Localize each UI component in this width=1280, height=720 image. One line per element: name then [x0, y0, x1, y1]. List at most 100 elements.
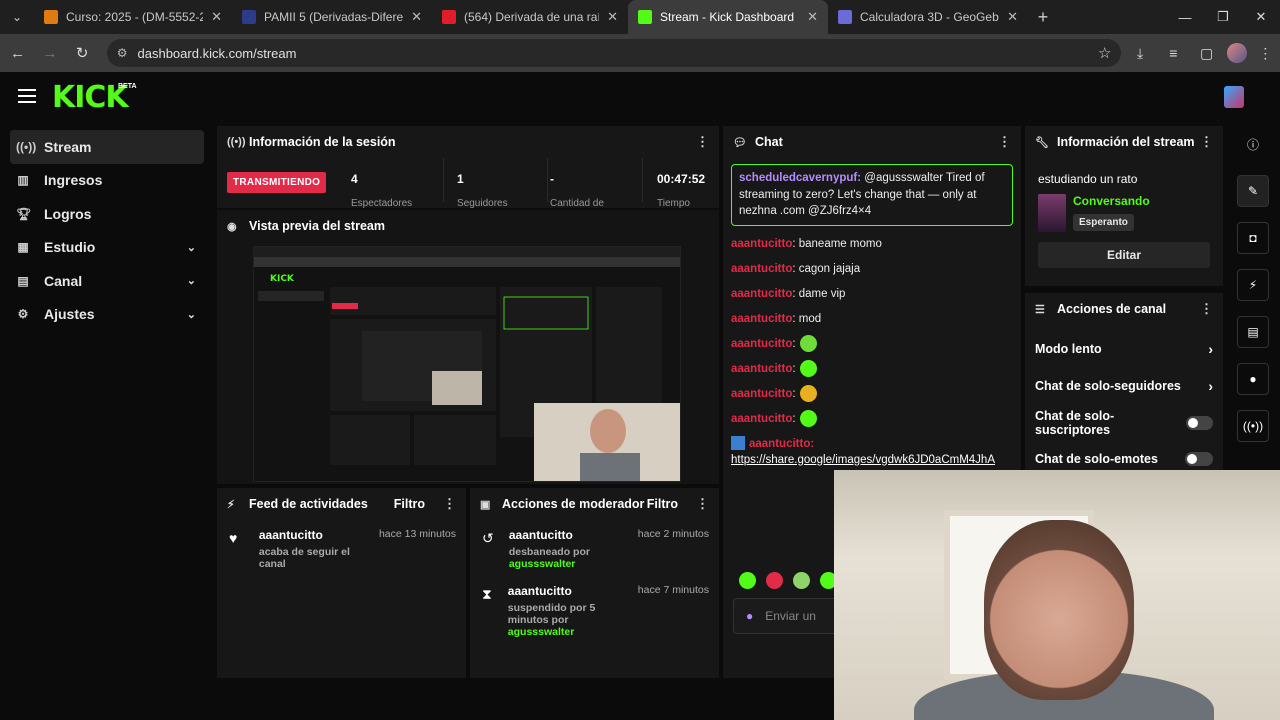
link-preview-icon [731, 436, 745, 451]
moderator-by-user[interactable]: agussswalter [508, 626, 575, 638]
browser-tab[interactable]: Calculadora 3D - GeoGebra ✕ [828, 0, 1028, 34]
profile-avatar[interactable] [1227, 43, 1247, 63]
moderator-menu-icon[interactable]: ⋮ [696, 496, 709, 512]
moderator-item: ↺ aaantucitto desbaneado por agussswalter h… [470, 520, 719, 576]
chat-link[interactable]: https://share.google/images/vgdwk6JD0aCm… [731, 454, 995, 466]
reload-icon[interactable]: ↻ [68, 38, 97, 68]
sidebar-item-ajustes[interactable]: ⚙ Ajustes ⌄ [10, 298, 204, 332]
tab-close-icon[interactable]: ✕ [1007, 9, 1018, 25]
channel-action-4[interactable]: Chat de solo-emotes [1025, 441, 1223, 470]
sidebar-item-ingresos[interactable]: ▥ Ingresos [10, 164, 204, 198]
chevron-down-icon[interactable]: ⌄ [187, 241, 196, 254]
toggle-switch[interactable] [1185, 452, 1213, 467]
chat-username[interactable]: aaantucitto [731, 363, 792, 375]
channel-action-1[interactable]: Modo lento › [1025, 331, 1223, 368]
microphone-icon[interactable]: ● [746, 609, 753, 623]
chat-username[interactable]: aaantucitto [731, 313, 792, 325]
pinned-message[interactable]: scheduledcavernypuf: @agussswalter Tired… [731, 164, 1013, 226]
url-text: dashboard.kick.com/stream [137, 45, 297, 61]
browser-tab[interactable]: Stream - Kick Dashboard ✕ [628, 0, 828, 34]
feed-username[interactable]: aaantucitto [259, 528, 379, 542]
emote-icon[interactable] [766, 572, 783, 589]
browser-tab[interactable]: (564) Derivada de una raíz | Eje ✕ [432, 0, 628, 34]
channel-actions-menu-icon[interactable]: ⋮ [1200, 301, 1213, 317]
stream-preview-video[interactable]: KICK [253, 246, 681, 482]
sidebar-item-estudio[interactable]: ▦ Estudio ⌄ [10, 231, 204, 265]
bookmark-star-icon[interactable]: ☆ [1098, 44, 1111, 62]
back-icon[interactable]: ← [3, 38, 32, 68]
moderator-filter-button[interactable]: Filtro [647, 497, 678, 511]
info-icon[interactable]: ⓘ [1237, 128, 1269, 160]
broadcast-settings-icon[interactable]: ((•)) [1237, 410, 1269, 442]
chat-username[interactable]: aaantucitto [731, 413, 792, 425]
feed-item-content: aaantucitto acaba de seguir el canal [259, 528, 379, 570]
emote-icon[interactable] [799, 359, 817, 377]
toggle-switch[interactable] [1185, 415, 1213, 430]
chat-username[interactable]: aaantucitto: [749, 438, 814, 450]
channel-action-label: Chat de solo-seguidores [1035, 379, 1181, 394]
chevron-down-icon[interactable]: ⌄ [187, 274, 196, 287]
extensions-icon[interactable]: ▢ [1192, 38, 1221, 68]
browser-tab[interactable]: PAMII 5 (Derivadas-Diferencia ✕ [232, 0, 432, 34]
stream-info-menu-icon[interactable]: ⋮ [1200, 134, 1213, 150]
chat-username[interactable]: aaantucitto [731, 263, 792, 275]
minimize-icon[interactable]: — [1166, 0, 1204, 34]
edit-pencil-icon[interactable]: ✎ [1237, 175, 1269, 207]
tab-close-icon[interactable]: ✕ [607, 9, 618, 25]
feed-filter-button[interactable]: Filtro [394, 497, 425, 511]
moderator-action-text: desbaneado por [508, 546, 590, 558]
new-tab-button[interactable]: + [1028, 7, 1058, 28]
moderator-by-user[interactable]: agussswalter [509, 558, 576, 570]
tab-close-icon[interactable]: ✕ [807, 9, 818, 25]
chat-menu-icon[interactable]: ⋮ [998, 134, 1011, 150]
maximize-icon[interactable]: ❐ [1204, 0, 1242, 34]
edit-button[interactable]: Editar [1038, 242, 1210, 268]
chat-username[interactable]: aaantucitto [731, 238, 792, 250]
site-info-icon[interactable]: ⚙ [117, 46, 128, 60]
sidebar-item-stream[interactable]: ((•)) Stream [10, 130, 204, 164]
channel-action-3[interactable]: Chat de solo-suscriptores [1025, 404, 1223, 441]
media-control-icon[interactable]: ≡ [1159, 38, 1188, 68]
channel-actions-panel: ☰ Acciones de canal ⋮ Modo lento › Chat de s… [1025, 293, 1223, 470]
notes-icon[interactable]: ▤ [1237, 316, 1269, 348]
chat-icon[interactable]: ● [1237, 363, 1269, 395]
tab-close-icon[interactable]: ✕ [411, 9, 422, 25]
chat-username[interactable]: aaantucitto [731, 288, 792, 300]
moderator-username[interactable]: aaantucitto [508, 584, 638, 598]
emote-icon[interactable] [799, 409, 817, 427]
sidebar-item-logros[interactable]: 🏆︎ Logros [10, 197, 204, 231]
chevron-right-icon[interactable]: › [1208, 378, 1213, 394]
emote-icon[interactable] [739, 572, 756, 589]
feed-menu-icon[interactable]: ⋮ [443, 496, 456, 512]
browser-tab[interactable]: Curso: 2025 - (DM-5552-2) AN/ ✕ [34, 0, 232, 34]
close-window-icon[interactable]: ✕ [1242, 0, 1280, 34]
lightning-icon[interactable]: ⚡︎ [1237, 269, 1269, 301]
chevron-right-icon[interactable]: › [1208, 341, 1213, 357]
channel-action-label: Modo lento [1035, 342, 1102, 357]
camera-icon[interactable]: ◘ [1237, 222, 1269, 254]
category-name[interactable]: Conversando [1073, 194, 1150, 208]
emote-icon[interactable] [793, 572, 810, 589]
category-thumbnail[interactable] [1038, 194, 1066, 232]
browser-menu-icon[interactable]: ⋮ [1251, 38, 1280, 68]
user-avatar[interactable] [1224, 86, 1244, 108]
chat-username[interactable]: aaantucitto [731, 388, 792, 400]
sidebar-item-canal[interactable]: ▤ Canal ⌄ [10, 264, 204, 298]
emote-icon[interactable] [799, 384, 817, 402]
chart-icon: ▥ [17, 173, 29, 188]
moderator-username[interactable]: aaantucitto [509, 528, 638, 542]
download-icon[interactable]: ⤓ [1125, 38, 1154, 68]
forward-icon[interactable]: → [35, 38, 64, 68]
chat-username[interactable]: aaantucitto [731, 338, 792, 350]
wrench-icon: 🔧︎ [1035, 136, 1049, 149]
channel-action-2[interactable]: Chat de solo-seguidores › [1025, 368, 1223, 405]
tab-close-icon[interactable]: ✕ [211, 9, 222, 25]
emote-icon[interactable] [799, 334, 817, 352]
kick-logo[interactable]: KICK [52, 80, 129, 115]
hamburger-menu-icon[interactable] [18, 89, 36, 103]
tab-search-chevron-icon[interactable]: ⌄ [0, 0, 34, 34]
session-menu-icon[interactable]: ⋮ [696, 134, 709, 150]
chevron-down-icon[interactable]: ⌄ [187, 308, 196, 321]
pinned-username[interactable]: scheduledcavernypuf: [739, 172, 861, 184]
address-bar[interactable]: ⚙ dashboard.kick.com/stream ☆ [106, 39, 1122, 67]
